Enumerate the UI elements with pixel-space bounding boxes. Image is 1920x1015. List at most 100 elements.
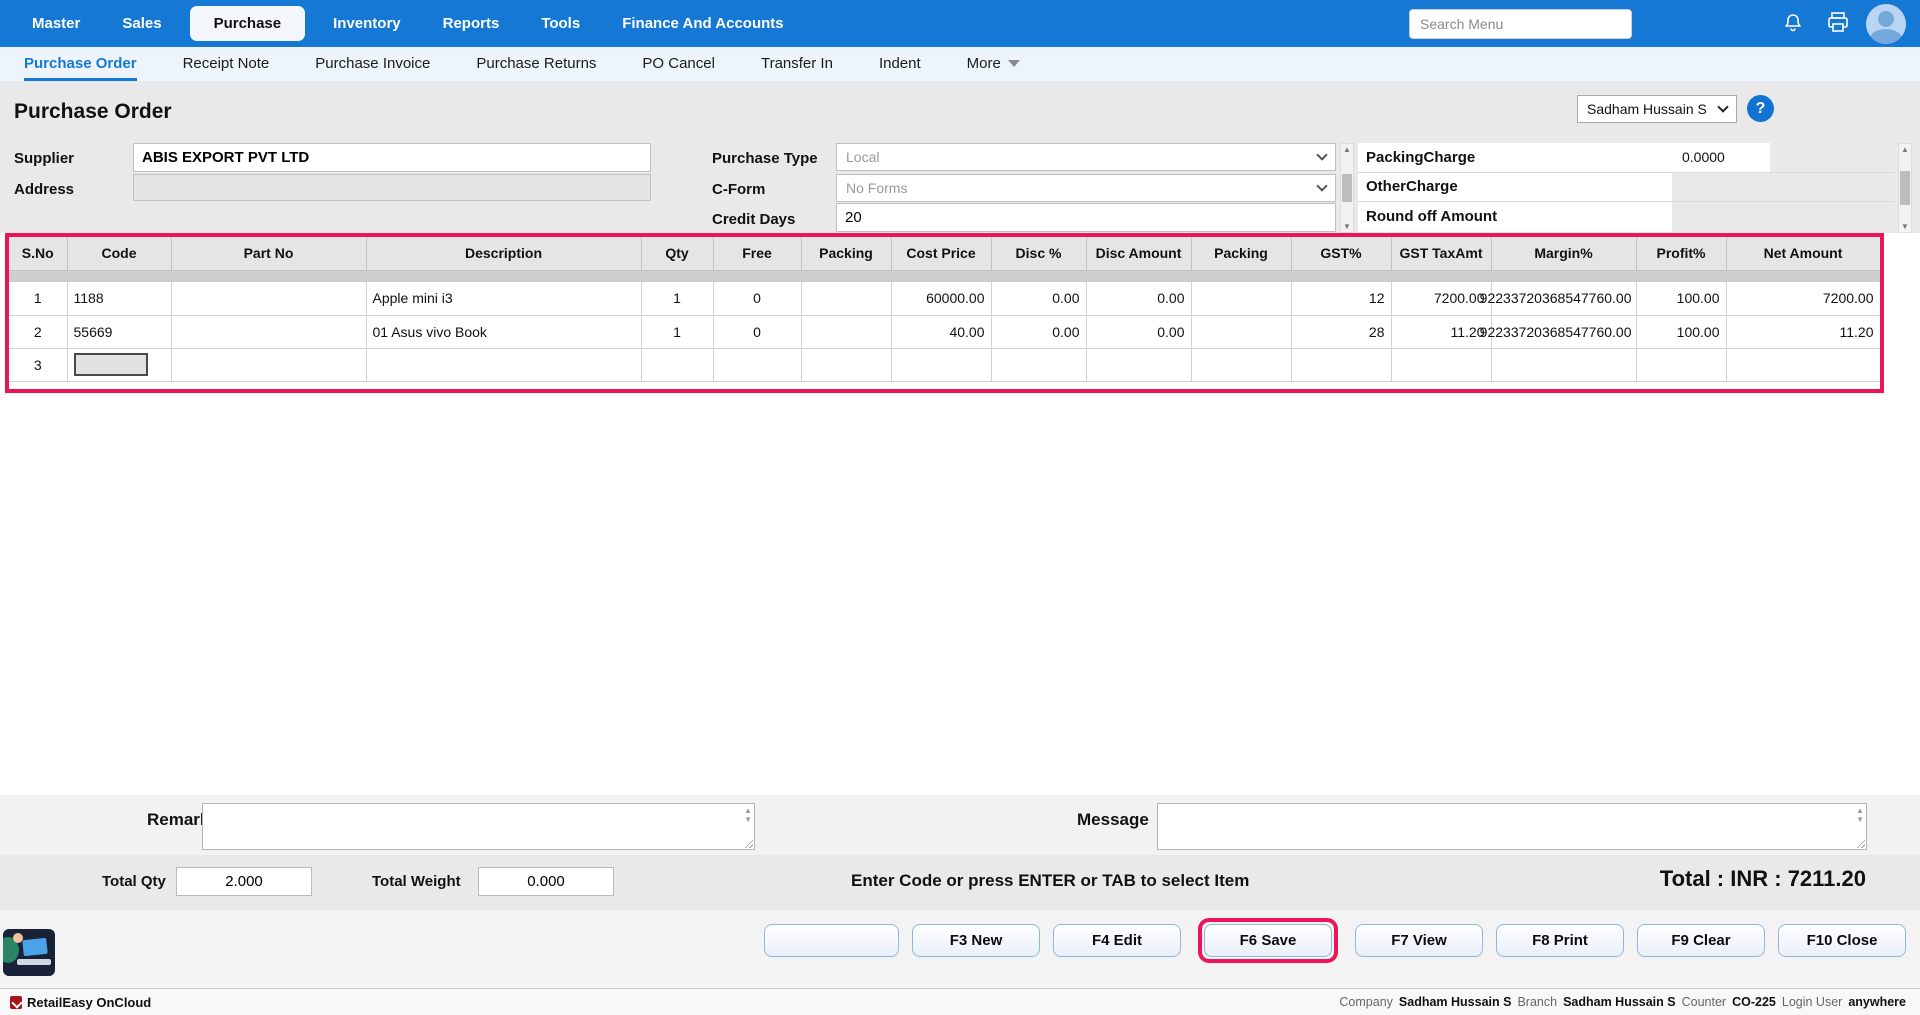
scroll-up-icon[interactable]: ▲	[1856, 806, 1864, 815]
textarea-scroll-icons[interactable]: ▲ ▼	[1856, 806, 1864, 824]
code-input[interactable]	[74, 353, 148, 376]
subnav-item-purchase-invoice[interactable]: Purchase Invoice	[315, 47, 430, 81]
cell-free-row3[interactable]	[713, 348, 801, 381]
cell-gst-row2[interactable]: 28	[1291, 315, 1391, 348]
cform-select[interactable]: No Forms	[836, 174, 1336, 202]
scrollbar-thumb[interactable]	[1342, 174, 1352, 202]
resize-grip-icon[interactable]	[743, 838, 753, 848]
subnav-item-receipt-note[interactable]: Receipt Note	[183, 47, 270, 81]
cell-disc-amount-row1[interactable]: 0.00	[1086, 282, 1191, 315]
supplier-input[interactable]	[133, 143, 651, 172]
scroll-down-icon[interactable]: ▼	[1343, 222, 1351, 231]
cell-free-row1[interactable]: 0	[713, 282, 801, 315]
cell-free-row2[interactable]: 0	[713, 315, 801, 348]
scroll-down-icon[interactable]: ▼	[744, 815, 752, 824]
subnav-item-more[interactable]: More	[967, 47, 1020, 81]
subnav-item-indent[interactable]: Indent	[879, 47, 921, 81]
cell-cost-price-row3[interactable]	[891, 348, 991, 381]
f7-view-button[interactable]: F7 View	[1355, 924, 1483, 957]
search-input[interactable]	[1409, 9, 1632, 39]
cell-gst-taxamt-row2[interactable]: 11.20	[1391, 315, 1491, 348]
scroll-up-icon[interactable]: ▲	[744, 806, 752, 815]
cell-margin-row1[interactable]: 92233720368547760.00	[1491, 282, 1636, 315]
cell-disc-amount-row3[interactable]	[1086, 348, 1191, 381]
f3-new-button[interactable]: F3 New	[912, 924, 1040, 957]
cell-disc-row1[interactable]: 0.00	[991, 282, 1086, 315]
cell-part-no-row2[interactable]	[171, 315, 366, 348]
cell-profit-row2[interactable]: 100.00	[1636, 315, 1726, 348]
textarea-scroll-icons[interactable]: ▲ ▼	[744, 806, 752, 824]
cell-packing-row1[interactable]	[1191, 282, 1291, 315]
cell-qty-row2[interactable]: 1	[641, 315, 713, 348]
form-scrollbar[interactable]: ▲ ▼	[1340, 143, 1354, 233]
cell-description-row1[interactable]: Apple mini i3	[366, 282, 641, 315]
help-button[interactable]: ?	[1747, 95, 1774, 122]
print-button[interactable]	[1826, 10, 1850, 37]
cell-part-no-row3[interactable]	[171, 348, 366, 381]
cell-packing-row1[interactable]	[801, 282, 891, 315]
topnav-item-reports[interactable]: Reports	[429, 7, 514, 40]
subnav-item-transfer-in[interactable]: Transfer In	[761, 47, 833, 81]
cell-gst-taxamt-row1[interactable]: 7200.00	[1391, 282, 1491, 315]
message-textarea[interactable]: ▲ ▼	[1157, 803, 1867, 850]
cell-margin-row2[interactable]: 92233720368547760.00	[1491, 315, 1636, 348]
notifications-button[interactable]	[1782, 10, 1804, 37]
cell-gst-row3[interactable]	[1291, 348, 1391, 381]
cell-margin-row3[interactable]	[1491, 348, 1636, 381]
f9-clear-button[interactable]: F9 Clear	[1637, 924, 1765, 957]
cell-packing-row3[interactable]	[801, 348, 891, 381]
cell-packing-row3[interactable]	[1191, 348, 1291, 381]
remarks-textarea[interactable]: ▲ ▼	[202, 803, 755, 850]
cell-profit-row3[interactable]	[1636, 348, 1726, 381]
cell-code-row3[interactable]	[67, 348, 171, 381]
cell-description-row3[interactable]	[366, 348, 641, 381]
cell-disc-row2[interactable]: 0.00	[991, 315, 1086, 348]
f4-edit-button[interactable]: F4 Edit	[1053, 924, 1181, 957]
resize-grip-icon[interactable]	[1855, 838, 1865, 848]
cell-packing-row2[interactable]	[1191, 315, 1291, 348]
scroll-up-icon[interactable]: ▲	[1901, 145, 1909, 154]
cell-description-row2[interactable]: 01 Asus vivo Book	[366, 315, 641, 348]
charges-scrollbar[interactable]: ▲ ▼	[1898, 143, 1912, 233]
subnav-item-purchase-order[interactable]: Purchase Order	[24, 47, 137, 81]
cell-net-amount-row2[interactable]: 11.20	[1726, 315, 1880, 348]
cell-part-no-row1[interactable]	[171, 282, 366, 315]
cell-qty-row3[interactable]	[641, 348, 713, 381]
f6-save-button[interactable]: F6 Save	[1204, 924, 1332, 957]
blank-button[interactable]	[764, 924, 899, 957]
cell-gst-row1[interactable]: 12	[1291, 282, 1391, 315]
topnav-item-finance-and-accounts[interactable]: Finance And Accounts	[608, 7, 797, 40]
cell-code-row1[interactable]: 1188	[67, 282, 171, 315]
topnav-item-tools[interactable]: Tools	[527, 7, 594, 40]
subnav-item-purchase-returns[interactable]: Purchase Returns	[476, 47, 596, 81]
scroll-down-icon[interactable]: ▼	[1901, 222, 1909, 231]
cell-qty-row1[interactable]: 1	[641, 282, 713, 315]
cell-disc-row3[interactable]	[991, 348, 1086, 381]
cell-s-no-row3[interactable]: 3	[9, 348, 67, 381]
cell-profit-row1[interactable]: 100.00	[1636, 282, 1726, 315]
cell-packing-row2[interactable]	[801, 315, 891, 348]
topnav-item-master[interactable]: Master	[18, 7, 94, 40]
salesman-select[interactable]: Sadham Hussain S	[1577, 95, 1737, 123]
support-widget-image[interactable]	[3, 929, 55, 976]
purchase-type-select[interactable]: Local	[836, 143, 1336, 171]
f8-print-button[interactable]: F8 Print	[1496, 924, 1624, 957]
cell-code-row2[interactable]: 55669	[67, 315, 171, 348]
packingcharge-value[interactable]: 0.0000	[1672, 143, 1770, 172]
scroll-up-icon[interactable]: ▲	[1343, 145, 1351, 154]
cell-gst-taxamt-row3[interactable]	[1391, 348, 1491, 381]
cell-net-amount-row1[interactable]: 7200.00	[1726, 282, 1880, 315]
topnav-item-purchase[interactable]: Purchase	[190, 6, 306, 41]
f10-close-button[interactable]: F10 Close	[1778, 924, 1906, 957]
cell-net-amount-row3[interactable]	[1726, 348, 1880, 381]
cell-cost-price-row1[interactable]: 60000.00	[891, 282, 991, 315]
scroll-down-icon[interactable]: ▼	[1856, 815, 1864, 824]
credit-days-input[interactable]	[836, 203, 1336, 232]
user-avatar[interactable]	[1866, 4, 1906, 44]
cell-s-no-row1[interactable]: 1	[9, 282, 67, 315]
cell-s-no-row2[interactable]: 2	[9, 315, 67, 348]
cell-disc-amount-row2[interactable]: 0.00	[1086, 315, 1191, 348]
topnav-item-sales[interactable]: Sales	[108, 7, 175, 40]
subnav-item-po-cancel[interactable]: PO Cancel	[642, 47, 715, 81]
scrollbar-thumb[interactable]	[1900, 171, 1910, 205]
